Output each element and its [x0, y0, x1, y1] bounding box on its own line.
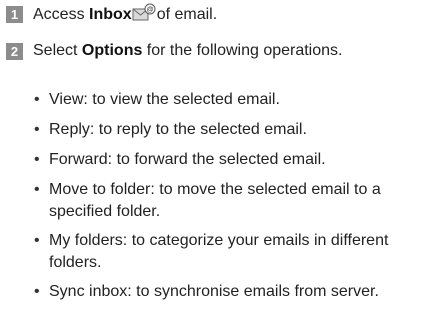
step-2: 2 Select Options for the following opera… — [6, 41, 342, 61]
step-2-suffix: for the following operations. — [142, 42, 343, 59]
inbox-email-icon: @ — [132, 3, 156, 23]
svg-text:@: @ — [146, 7, 153, 14]
option-item-forward: Forward: to forward the selected email. — [34, 149, 442, 171]
option-item-sync-inbox: Sync inbox: to synchronise emails from s… — [34, 281, 442, 303]
option-item-reply: Reply: to reply to the selected email. — [34, 119, 442, 141]
options-list: View: to view the selected email. Reply:… — [34, 89, 442, 311]
options-label: Options — [81, 42, 143, 59]
step-number-badge: 1 — [6, 5, 23, 23]
inbox-label: Inbox — [89, 6, 132, 23]
option-item-my-folders: My folders: to categorize your emails in… — [34, 230, 442, 274]
step-1: 1 Access Inbox @ of email. — [6, 3, 217, 25]
step-2-text: Select Options for the following operati… — [33, 41, 342, 61]
step-1-prefix: Access — [33, 6, 90, 23]
step-number-badge: 2 — [6, 42, 23, 60]
step-2-prefix: Select — [33, 42, 82, 59]
option-item-move-to-folder: Move to folder: to move the selected ema… — [34, 179, 442, 223]
step-1-suffix: of email. — [156, 6, 218, 23]
option-item-view: View: to view the selected email. — [34, 89, 442, 111]
step-1-text: Access Inbox @ of email. — [33, 3, 217, 25]
